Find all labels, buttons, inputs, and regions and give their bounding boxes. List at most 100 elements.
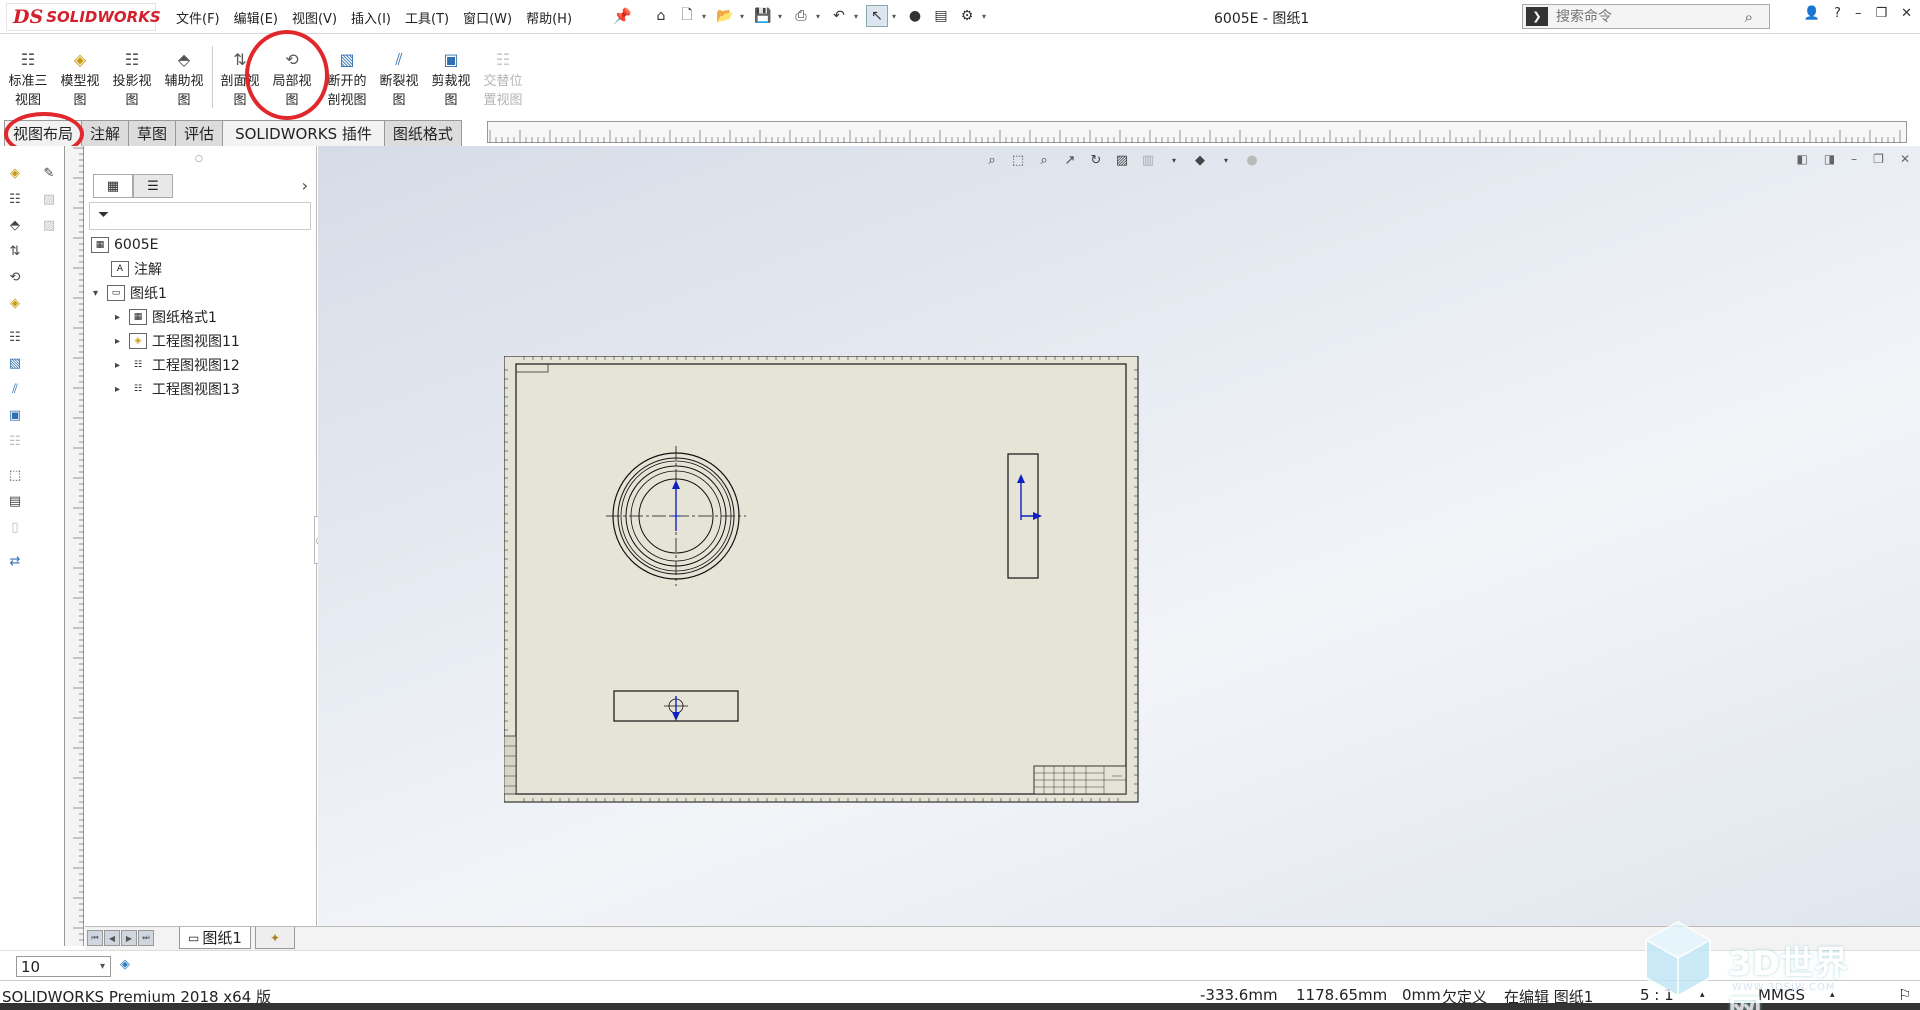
new-document-icon[interactable]: 🗋	[676, 5, 698, 27]
sketch-icon[interactable]: ✎	[40, 164, 58, 182]
section-view-button[interactable]: ⇅ 剖面视图	[214, 50, 266, 110]
break-view-icon[interactable]: ⫽	[6, 380, 24, 398]
hide-show-items-icon[interactable]: ▥	[1140, 152, 1156, 168]
chevron-down-icon[interactable]: ▾	[1218, 152, 1234, 168]
tree-item-sheet-format[interactable]: ▸ ▦ 图纸格式1	[115, 306, 217, 328]
menu-edit[interactable]: 编辑(E)	[234, 8, 278, 27]
search-commands[interactable]: ❯ ⌕	[1522, 4, 1770, 29]
select-cursor-icon[interactable]: ↖	[866, 5, 888, 27]
chevron-right-icon[interactable]: ▸	[115, 384, 129, 395]
tree-item-sheet[interactable]: ▾ ▭ 图纸1	[93, 282, 167, 304]
restore-icon[interactable]: ❐	[1873, 152, 1884, 166]
chevron-down-icon[interactable]: ▾	[100, 961, 105, 972]
minimize-icon[interactable]: –	[1851, 152, 1857, 166]
chevron-down-icon[interactable]: ▾	[854, 12, 862, 21]
chevron-down-icon[interactable]: ▾	[1166, 152, 1182, 168]
close-icon[interactable]: ✕	[1901, 6, 1912, 21]
menu-help[interactable]: 帮助(H)	[526, 8, 572, 27]
tile-right-icon[interactable]: ◨	[1824, 152, 1835, 166]
panel-grip-icon[interactable]: ○	[195, 154, 203, 164]
crop-view-button[interactable]: ▣ 剪裁视图	[425, 50, 477, 110]
appearance-icon[interactable]: ◆	[1192, 152, 1208, 168]
tree-item-root[interactable]: ▦ 6005E	[91, 234, 158, 256]
zoom-in-out-icon[interactable]: ⌕	[1036, 152, 1052, 168]
user-icon[interactable]: 👤	[1804, 6, 1820, 21]
previous-view-icon[interactable]: ↗	[1062, 152, 1078, 168]
chevron-right-icon[interactable]: ▸	[115, 312, 129, 323]
minimize-icon[interactable]: –	[1855, 6, 1862, 21]
scene-icon[interactable]: ●	[1244, 152, 1260, 168]
chevron-down-icon[interactable]: ▾	[93, 288, 107, 299]
chevron-right-icon[interactable]: ▸	[115, 336, 129, 347]
home-icon[interactable]: ⌂	[650, 5, 672, 27]
layer-select[interactable]: 10 ▾	[16, 956, 111, 977]
tree-item-drawing-view[interactable]: ▸ ☷ 工程图视图13	[115, 378, 240, 400]
file-properties-icon[interactable]: ▤	[930, 5, 952, 27]
tab-sheet-format[interactable]: 图纸格式	[383, 120, 462, 146]
menu-tools[interactable]: 工具(T)	[405, 8, 449, 27]
crop-view-icon[interactable]: ▣	[6, 406, 24, 424]
search-icon[interactable]: ⌕	[1745, 8, 1753, 26]
menu-view[interactable]: 视图(V)	[292, 8, 337, 27]
rotate-icon[interactable]: ↻	[1088, 152, 1104, 168]
rebuild-icon[interactable]: ●	[904, 5, 926, 27]
broken-out-section-icon[interactable]: ▧	[6, 354, 24, 372]
close-icon[interactable]: ✕	[1900, 152, 1910, 166]
tree-item-drawing-view[interactable]: ▸ ☷ 工程图视图12	[115, 354, 240, 376]
replace-model-icon[interactable]: ⇄	[6, 552, 24, 570]
open-folder-icon[interactable]: 📂	[714, 5, 736, 27]
undo-icon[interactable]: ↶	[828, 5, 850, 27]
chevron-right-icon[interactable]: ›	[302, 176, 308, 195]
zoom-to-fit-icon[interactable]: ⌕	[984, 152, 1000, 168]
menu-file[interactable]: 文件(F)	[176, 8, 220, 27]
alternate-position-view-button[interactable]: ☷ 交替位 置视图	[477, 50, 529, 110]
last-sheet-icon[interactable]: ⏭	[138, 930, 154, 946]
tile-left-icon[interactable]: ◧	[1796, 152, 1807, 166]
predefined-view-icon[interactable]: ▤	[6, 492, 24, 510]
break-view-button[interactable]: ⫽ 断裂视图	[373, 50, 425, 110]
layer-properties-icon[interactable]: ◈	[120, 957, 138, 975]
restore-icon[interactable]: ❐	[1875, 6, 1887, 21]
menu-window[interactable]: 窗口(W)	[463, 8, 512, 27]
customize-status-icon[interactable]: ⚐	[1898, 986, 1911, 1004]
solidworks-logo[interactable]: DS SOLIDWORKS	[6, 3, 161, 31]
auxiliary-view-button[interactable]: ⬘ 辅助视图	[158, 50, 210, 110]
relative-view-icon[interactable]: ◈	[6, 294, 24, 312]
model-view-button[interactable]: ◈ 模型视图	[54, 50, 106, 110]
standard-3-view-icon[interactable]: ☷	[6, 328, 24, 346]
model-view-icon[interactable]: ◈	[6, 164, 24, 182]
save-icon[interactable]: 💾	[752, 5, 774, 27]
detail-view-icon[interactable]: ⟲	[6, 268, 24, 286]
search-input[interactable]	[1556, 8, 1716, 25]
previous-sheet-icon[interactable]: ◀	[104, 930, 120, 946]
tree-item-drawing-view[interactable]: ▸ ◈ 工程图视图11	[115, 330, 240, 352]
standard-3-view-button[interactable]: ☷ 标准三 视图	[2, 50, 54, 110]
chevron-down-icon[interactable]: ▾	[892, 12, 900, 21]
broken-out-section-button[interactable]: ▧ 断开的 剖视图	[321, 50, 373, 110]
print-icon[interactable]: ⎙	[790, 5, 812, 27]
detail-view-button[interactable]: ⟲ 局部视图	[266, 50, 318, 110]
projected-view-icon[interactable]: ☷	[6, 190, 24, 208]
first-sheet-icon[interactable]: ⏮	[87, 930, 103, 946]
chevron-down-icon[interactable]: ▾	[982, 12, 990, 21]
view-display-icon[interactable]: ▨	[1114, 152, 1130, 168]
menu-insert[interactable]: 插入(I)	[351, 8, 391, 27]
chevron-down-icon[interactable]: ▾	[778, 12, 786, 21]
tree-item-annotations[interactable]: A 注解	[111, 258, 162, 280]
zoom-to-area-icon[interactable]: ⬚	[1010, 152, 1026, 168]
chevron-down-icon[interactable]: ▾	[740, 12, 748, 21]
tab-view-layout[interactable]: 视图布局	[4, 120, 83, 146]
options-gear-icon[interactable]: ⚙	[956, 5, 978, 27]
feature-tree-tab-icon[interactable]: ▦	[93, 174, 133, 198]
tree-filter[interactable]: ⏷	[89, 202, 311, 230]
empty-view-icon[interactable]: ⬚	[6, 466, 24, 484]
next-sheet-icon[interactable]: ▶	[121, 930, 137, 946]
graphics-area[interactable]: ⌕ ⬚ ⌕ ↗ ↻ ▨ ▥ ▾ ◆ ▾ ● ◧ ◨ – ❐ ✕	[318, 146, 1920, 926]
sheet-tab[interactable]: ▭ 图纸1	[179, 927, 251, 949]
chevron-down-icon[interactable]: ▾	[702, 12, 710, 21]
drawing-sheet[interactable]	[504, 356, 1144, 808]
tab-annotation[interactable]: 注解	[81, 120, 130, 146]
projected-view-button[interactable]: ☷ 投影视图	[106, 50, 158, 110]
help-icon[interactable]: ?	[1834, 6, 1841, 21]
chevron-right-icon[interactable]: ▸	[115, 360, 129, 371]
